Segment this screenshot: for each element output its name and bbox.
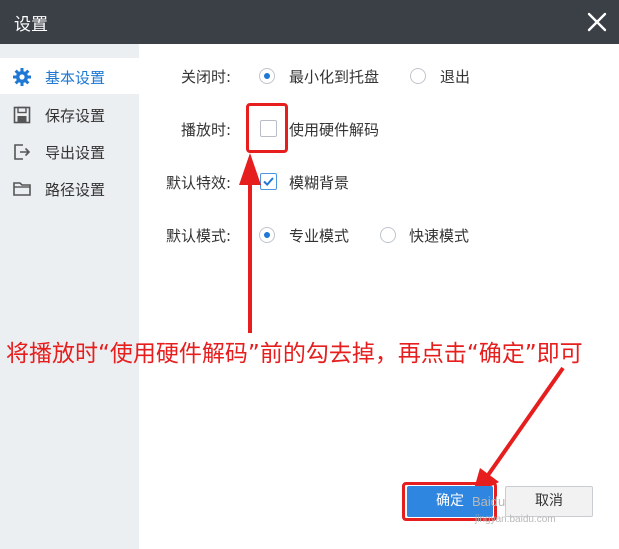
arrow-down-line — [484, 366, 565, 480]
watermark: Baidu — [472, 494, 506, 509]
cancel-button[interactable]: 取消 — [505, 486, 593, 517]
annotation-text: 将播放时“使用硬件解码”前的勾去掉，再点击“确定”即可 — [6, 341, 583, 367]
watermark-url: jingyan.baidu.com — [475, 514, 556, 525]
arrow-up-head — [239, 153, 261, 185]
annotation-arrows — [239, 153, 565, 496]
